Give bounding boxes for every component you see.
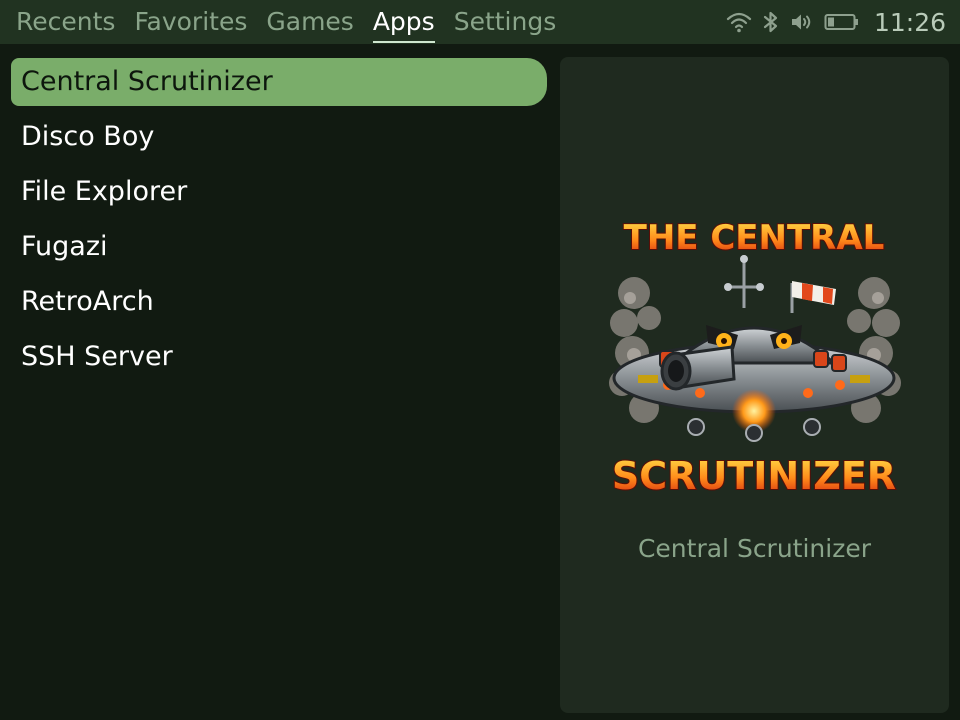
list-item[interactable]: SSH Server [11, 333, 547, 381]
battery-icon [824, 14, 858, 30]
top-bar: Recents Favorites Games Apps Settings 11… [0, 0, 960, 44]
antenna [724, 255, 764, 308]
list-item[interactable]: RetroArch [11, 278, 547, 326]
wifi-icon [726, 12, 752, 33]
saucer [612, 325, 896, 442]
bluetooth-icon [763, 11, 778, 33]
tab-favorites[interactable]: Favorites [134, 0, 247, 44]
preview-panel: THE CENTRAL SCRUTINIZER Central Scrutini… [560, 57, 949, 713]
tab-apps[interactable]: Apps [372, 0, 435, 44]
preview-caption: Central Scrutinizer [637, 534, 872, 563]
status-area: 11:26 [726, 0, 946, 44]
app-list: Central Scrutinizer Disco Boy File Explo… [11, 58, 547, 388]
tab-games[interactable]: Games [266, 0, 353, 44]
art-title-bottom: SCRUTINIZER [612, 454, 896, 498]
art-title-top: THE CENTRAL [624, 218, 885, 258]
list-item[interactable]: File Explorer [11, 168, 547, 216]
app-artwork: THE CENTRAL SCRUTINIZER [609, 217, 901, 499]
windsock [790, 281, 836, 313]
volume-icon [791, 14, 811, 30]
battery-level-fill [827, 17, 834, 27]
tab-bar: Recents Favorites Games Apps Settings [16, 0, 575, 44]
tab-recents[interactable]: Recents [16, 0, 115, 44]
list-item[interactable]: Fugazi [11, 223, 547, 271]
tab-settings[interactable]: Settings [454, 0, 557, 44]
list-item[interactable]: Disco Boy [11, 113, 547, 161]
clock: 11:26 [873, 7, 946, 37]
list-item[interactable]: Central Scrutinizer [11, 58, 547, 106]
